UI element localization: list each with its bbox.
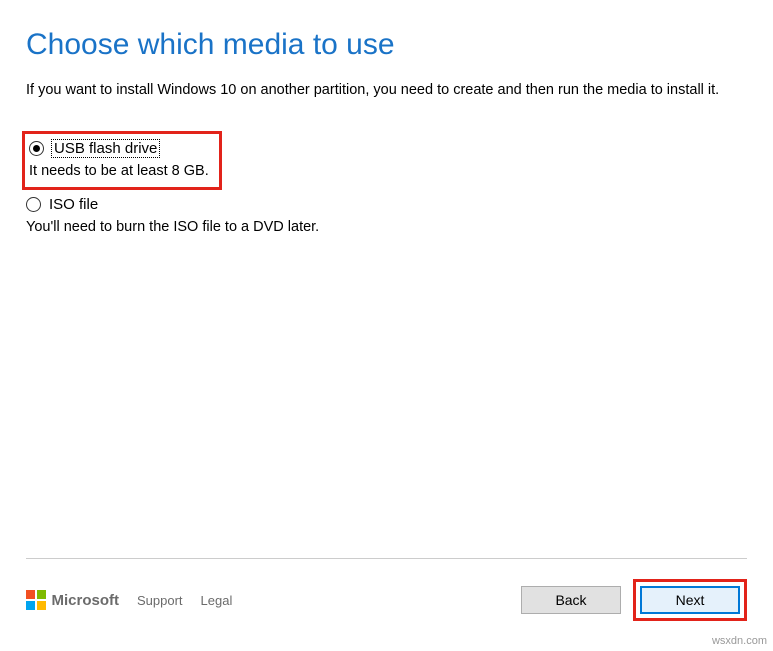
back-button[interactable]: Back — [521, 586, 621, 614]
footer: Microsoft Support Legal Back Next — [26, 558, 747, 621]
radio-icon — [26, 197, 41, 212]
microsoft-logo-text: Microsoft — [52, 592, 120, 609]
highlighted-option-box: USB flash drive It needs to be at least … — [22, 131, 222, 190]
microsoft-logo-icon — [26, 590, 46, 610]
radio-option-iso[interactable]: ISO file — [26, 196, 747, 213]
watermark: wsxdn.com — [712, 635, 767, 647]
next-button[interactable]: Next — [640, 586, 740, 614]
option-desc-usb: It needs to be at least 8 GB. — [29, 163, 209, 179]
option-desc-iso: You'll need to burn the ISO file to a DV… — [26, 219, 747, 235]
page-subtitle: If you want to install Windows 10 on ano… — [26, 80, 746, 101]
option-label-usb: USB flash drive — [52, 140, 159, 157]
option-label-iso: ISO file — [49, 196, 98, 213]
radio-icon — [29, 141, 44, 156]
highlighted-next-box: Next — [633, 579, 747, 621]
page-title: Choose which media to use — [26, 28, 747, 62]
microsoft-logo: Microsoft — [26, 590, 119, 610]
legal-link[interactable]: Legal — [201, 593, 233, 608]
support-link[interactable]: Support — [137, 593, 183, 608]
radio-option-usb[interactable]: USB flash drive — [29, 140, 209, 157]
